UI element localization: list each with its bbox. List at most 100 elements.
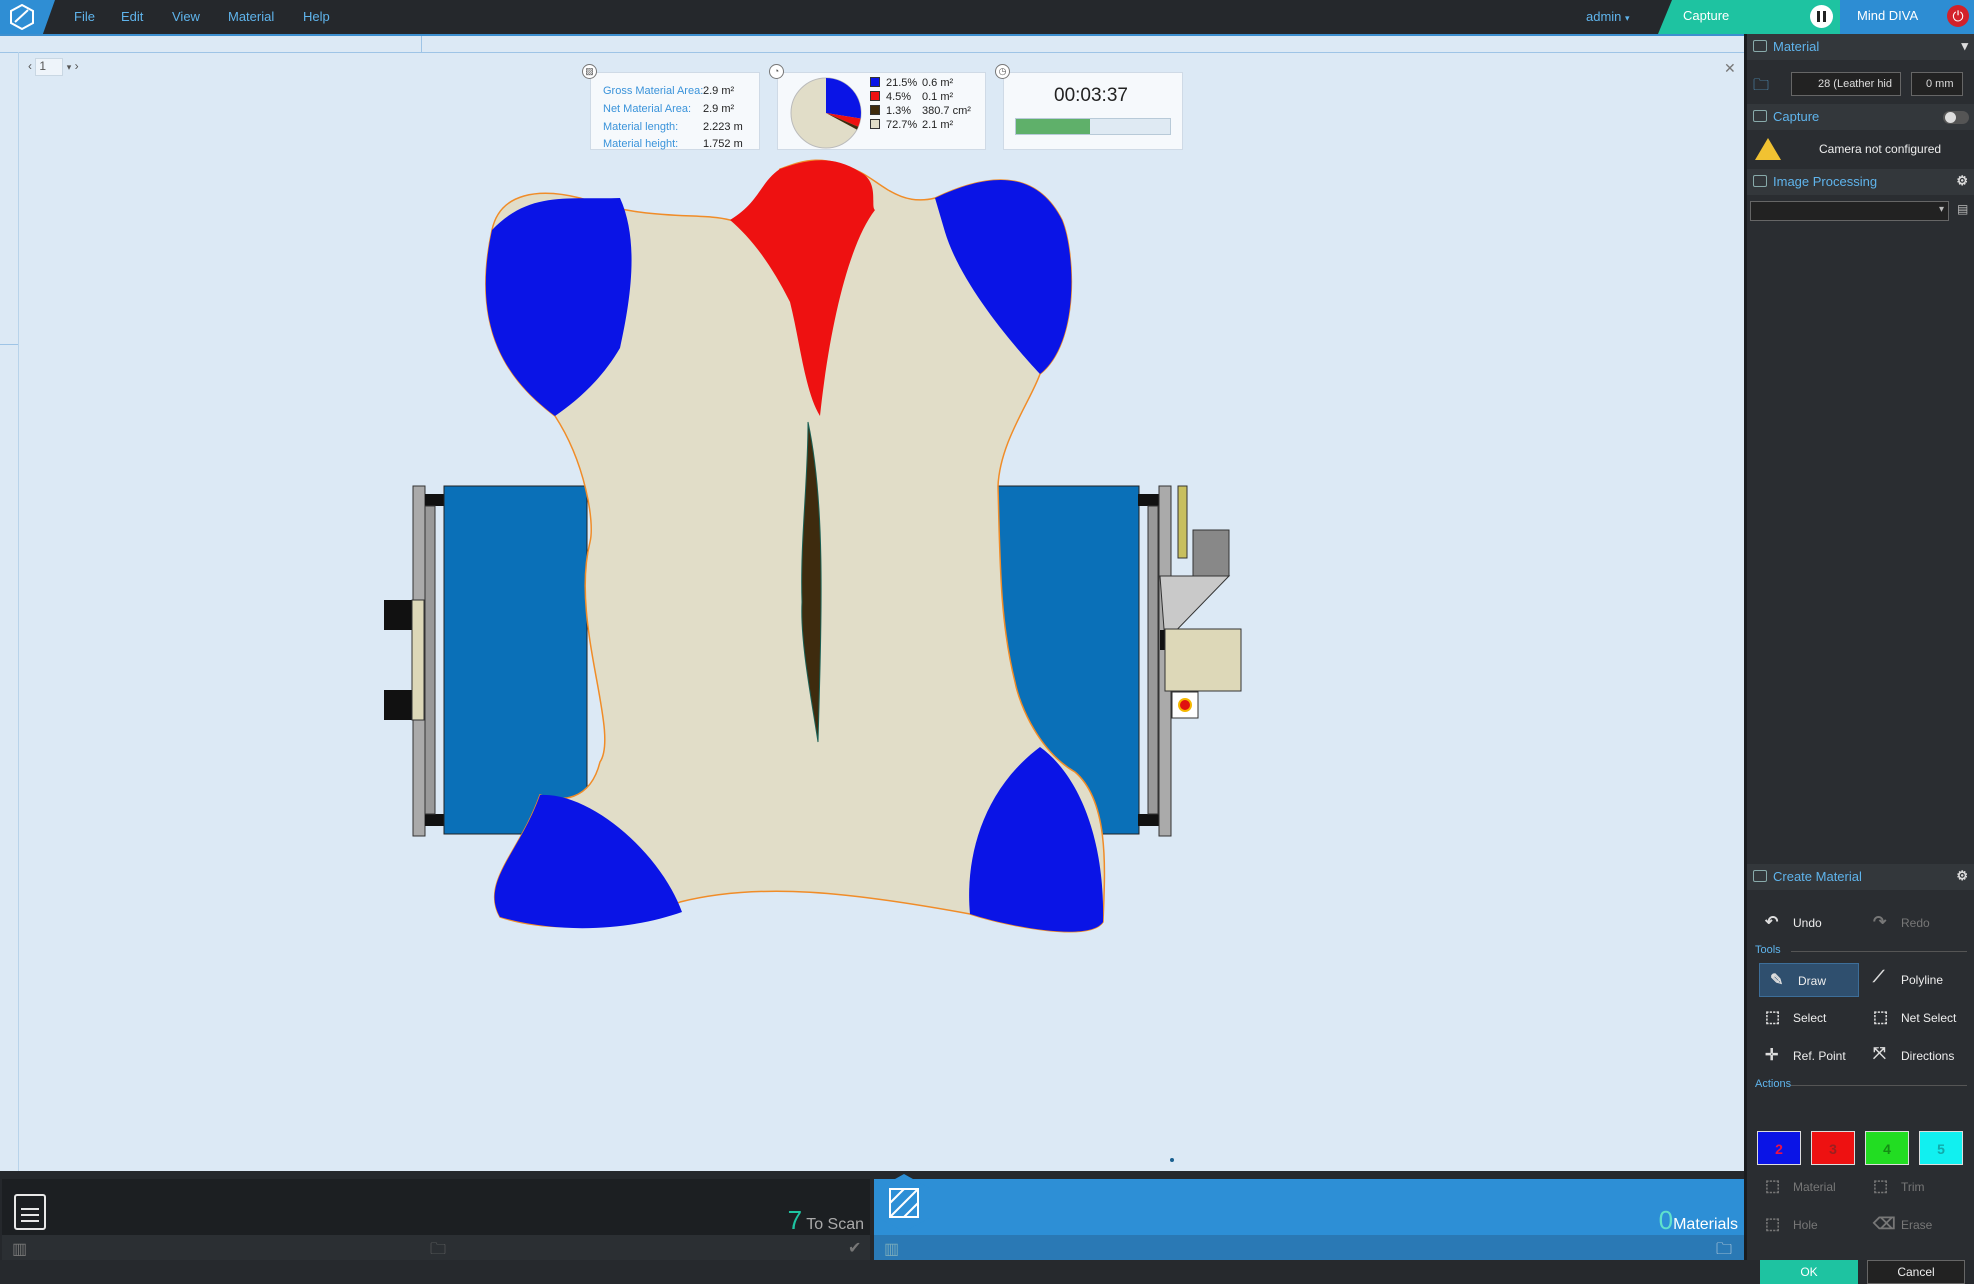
eraser-icon: ⌫ (1873, 1216, 1896, 1233)
draw-icon: ✎ (1770, 972, 1784, 989)
select-button[interactable]: ⬚ Select (1755, 1001, 1855, 1035)
erase-label: Erase (1901, 1218, 1933, 1232)
menu-file[interactable]: File (74, 9, 95, 24)
trim-button[interactable]: ⬚ Trim (1863, 1170, 1963, 1204)
canvas-dot (1170, 1158, 1174, 1162)
caret-down-icon: ▾ (1625, 13, 1630, 23)
tab-mind-diva-label: Mind DIVA (1857, 8, 1919, 23)
capture-title: Capture (1773, 109, 1820, 124)
menu-help[interactable]: Help (303, 9, 330, 24)
undo-button[interactable]: ↶ Undo (1755, 906, 1855, 940)
menu-view[interactable]: View (172, 9, 200, 24)
undo-icon: ↶ (1765, 914, 1779, 931)
directions-label: Directions (1901, 1049, 1955, 1063)
polyline-icon: ⟋ (1873, 969, 1885, 986)
capture-toggle[interactable] (1943, 111, 1969, 124)
hole-label: Hole (1793, 1218, 1818, 1232)
check-icon[interactable]: ✔ (848, 1238, 861, 1258)
image-processing-select[interactable]: ▾ (1750, 201, 1949, 221)
pause-icon-bar (1823, 11, 1826, 22)
draw-button[interactable]: ✎ Draw (1759, 963, 1859, 997)
net-select-button[interactable]: ⬚ Net Select (1863, 1001, 1963, 1035)
material-icon: ⬚ (1765, 1178, 1781, 1195)
gear-icon[interactable]: ⚙ (1956, 173, 1968, 189)
camera-status: Camera not configured (1819, 142, 1942, 156)
ok-button[interactable]: OK (1760, 1260, 1858, 1284)
polyline-button[interactable]: ⟋ Polyline (1863, 963, 1963, 997)
image-icon (1753, 175, 1767, 187)
barcode-icon[interactable]: ▥ (12, 1239, 27, 1259)
to-scan-toolbar: ▥ 🗀 ✔ (2, 1235, 870, 1260)
net-select-label: Net Select (1901, 1011, 1957, 1025)
top-bar: File Edit View Material Help admin ▾ Cap… (0, 0, 1974, 34)
pause-icon (1817, 11, 1820, 22)
draw-label: Draw (1798, 974, 1827, 988)
hatch-icon (1753, 870, 1767, 882)
directions-icon: ⤧ (1873, 1045, 1886, 1062)
material-row: 🗀 28 (Leather hid 0 mm (1751, 72, 1973, 98)
hole-icon: ⬚ (1765, 1216, 1781, 1233)
net-select-icon: ⬚ (1873, 1009, 1889, 1026)
menu-material[interactable]: Material (228, 9, 274, 24)
pause-button[interactable] (1810, 5, 1833, 28)
app-logo[interactable] (0, 0, 55, 34)
trim-icon: ⬚ (1873, 1178, 1889, 1195)
ref-point-label: Ref. Point (1793, 1049, 1846, 1063)
bottom-bar: 7 To Scan ▥ 🗀 ✔ 0Materials ▥ 🗀 (0, 1171, 1744, 1260)
right-panel: Material ▾ 🗀 28 (Leather hid 0 mm Capture… (1744, 34, 1974, 1284)
offset-input[interactable]: 0 mm (1911, 72, 1963, 96)
image-processing-title: Image Processing (1773, 174, 1878, 189)
material-action-button[interactable]: ⬚ Material (1755, 1170, 1855, 1204)
ref-point-button[interactable]: ✛ Ref. Point (1755, 1039, 1855, 1073)
material-action-label: Material (1793, 1180, 1836, 1194)
power-button[interactable]: ⏻ (1947, 5, 1969, 27)
color-button-4[interactable]: 4 (1865, 1131, 1909, 1165)
directions-button[interactable]: ⤧ Directions (1863, 1039, 1963, 1073)
logo-icon (10, 4, 34, 30)
tools-label: Tools (1755, 944, 1781, 956)
save-icon[interactable]: ▤ (1957, 202, 1968, 216)
materials-label: Materials (1673, 1216, 1738, 1233)
actions-divider (1791, 1085, 1967, 1086)
image-processing-header[interactable]: Image Processing ⚙ (1747, 169, 1974, 195)
warning-icon (1755, 138, 1781, 160)
to-scan-panel[interactable]: 7 To Scan ▥ 🗀 ✔ (2, 1179, 870, 1260)
redo-label: Redo (1901, 916, 1930, 930)
polyline-label: Polyline (1901, 973, 1944, 987)
tab-capture-label: Capture (1683, 8, 1730, 23)
redo-icon: ↷ (1873, 914, 1887, 931)
to-scan-count: 7 (787, 1205, 803, 1235)
to-scan-label: To Scan (806, 1216, 864, 1233)
cancel-button[interactable]: Cancel (1867, 1260, 1965, 1284)
folder-open-icon[interactable]: 🗀 (1716, 1238, 1732, 1265)
materials-status: 0Materials (1659, 1205, 1738, 1236)
user-menu[interactable]: admin ▾ (1586, 9, 1630, 24)
canvas-area[interactable]: ‹ 1 ▾ › ✕ ▨ Gross Material Area: 2.9 m² N… (0, 34, 1744, 1173)
capture-header[interactable]: Capture (1747, 104, 1974, 130)
menu-edit[interactable]: Edit (121, 9, 143, 24)
color-button-2[interactable]: 2 (1757, 1131, 1801, 1165)
folder-icon[interactable]: 🗀 (1753, 74, 1769, 101)
materials-toolbar: ▥ 🗀 (874, 1235, 1744, 1260)
scan-drawing (384, 159, 1242, 1162)
crosshair-icon: ✛ (1765, 1047, 1779, 1064)
redo-button[interactable]: ↷ Redo (1863, 906, 1963, 940)
actions-label: Actions (1755, 1078, 1792, 1090)
color-button-3[interactable]: 3 (1811, 1131, 1855, 1165)
materials-panel[interactable]: 0Materials ▥ 🗀 (874, 1179, 1744, 1260)
folder-icon[interactable]: 🗀 (430, 1238, 446, 1265)
material-header[interactable]: Material ▾ (1747, 34, 1974, 60)
grid-icon[interactable]: ▥ (884, 1239, 899, 1259)
material-icon (1753, 40, 1767, 52)
to-scan-status: 7 To Scan (788, 1205, 864, 1236)
select-icon: ⬚ (1765, 1009, 1781, 1026)
create-material-title: Create Material (1773, 869, 1862, 884)
erase-button[interactable]: ⌫ Erase (1863, 1208, 1963, 1242)
gear-icon[interactable]: ⚙ (1956, 868, 1968, 884)
status-indicator (1178, 698, 1192, 712)
hole-button[interactable]: ⬚ Hole (1755, 1208, 1855, 1242)
chevron-down-icon[interactable]: ▾ (1961, 38, 1968, 54)
create-material-header[interactable]: Create Material ⚙ (1747, 864, 1974, 890)
material-select[interactable]: 28 (Leather hid (1791, 72, 1901, 96)
color-button-5[interactable]: 5 (1919, 1131, 1963, 1165)
